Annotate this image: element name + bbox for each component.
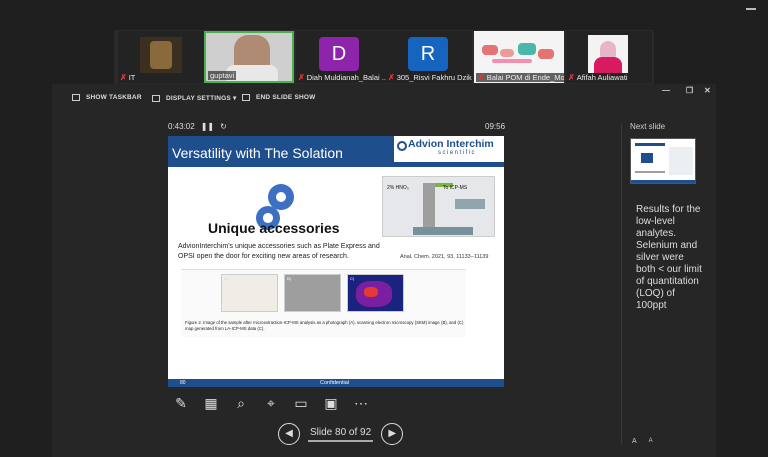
speaker-notes[interactable]: Results for the low-level analytes. Sele… <box>636 204 706 312</box>
close-window-icon[interactable]: ✕ <box>704 86 711 95</box>
participant-name: guptavi <box>210 71 235 80</box>
presenter-toolbar: SHOW TASKBAR DISPLAY SETTINGS ▾ END SLID… <box>52 84 716 112</box>
video-thumbnail <box>140 37 182 73</box>
camera-icon[interactable]: ▣ <box>320 392 342 414</box>
apparatus-label: 2% HNO₃ <box>387 185 409 191</box>
elapsed-time: 0:43:02 <box>168 122 195 131</box>
participant-strip: ✗ IT guptavi D ✗ Diah Muldianah_Balai ... … <box>114 30 654 84</box>
end-slide-show-button[interactable]: END SLIDE SHOW <box>242 94 316 101</box>
figure-panel: A) B) C) Figure 2. Image of the sample a… <box>181 269 466 337</box>
clock: 09:56 <box>485 122 506 131</box>
presenter-view: SHOW TASKBAR DISPLAY SETTINGS ▾ END SLID… <box>52 84 716 457</box>
all-slides-icon[interactable]: ▦ <box>200 392 222 414</box>
display-settings-button[interactable]: DISPLAY SETTINGS ▾ <box>152 94 236 102</box>
pane-divider[interactable] <box>621 124 622 444</box>
brand-name: Advion Interchim <box>408 138 494 150</box>
elapsed-timer: 0:43:02 ❚❚ ↻ <box>168 122 227 131</box>
mic-muted-icon: ✗ <box>478 73 485 82</box>
presenter-tools: ✎ ▦ ⌕ ⌖ ▭ ▣ ⋯ <box>170 392 372 414</box>
avatar: R <box>408 37 448 71</box>
current-slide[interactable]: Versatility with The Solation Advion Int… <box>168 136 504 387</box>
mic-muted-icon: ✗ <box>298 73 305 82</box>
mic-muted-icon: ✗ <box>120 73 127 82</box>
participant-name: Afifah Auliawati <box>576 73 628 82</box>
display-settings-icon <box>152 94 160 102</box>
slide-footer-number: 80 <box>180 380 186 386</box>
mic-muted-icon: ✗ <box>388 73 395 82</box>
show-taskbar-label: SHOW TASKBAR <box>86 94 142 101</box>
display-settings-label: DISPLAY SETTINGS ▾ <box>166 95 237 102</box>
participant-tile[interactable]: ✗ Balai POM di Ende_Mo... <box>474 31 564 83</box>
end-show-label: END SLIDE SHOW <box>256 94 316 101</box>
increase-font-button[interactable]: A <box>632 438 637 445</box>
slide-header: Versatility with The Solation Advion Int… <box>168 136 504 167</box>
font-size-controls: A A <box>632 438 653 445</box>
minimize-icon[interactable] <box>746 8 756 10</box>
advion-logo-icon <box>397 141 407 151</box>
participant-tile[interactable]: ✗ IT <box>118 31 204 83</box>
restore-window-icon[interactable]: ❐ <box>686 86 693 95</box>
apparatus-label: To ICP-MS <box>443 185 468 191</box>
black-screen-icon[interactable]: ▭ <box>290 392 312 414</box>
figure-map: C) <box>347 274 404 312</box>
zoom-icon[interactable]: ⌕ <box>230 392 252 414</box>
pen-icon[interactable]: ✎ <box>170 392 192 414</box>
decrease-font-button[interactable]: A <box>649 438 653 445</box>
slide-footer-confidential: Confidential <box>320 380 350 386</box>
restart-icon[interactable]: ↻ <box>220 122 227 131</box>
participant-tile-active[interactable]: guptavi <box>204 31 294 83</box>
slide-body-text: AdvionInterchim's unique accessories suc… <box>178 243 380 260</box>
participant-name: IT <box>128 73 136 82</box>
brand-logo: Advion Interchim scientific <box>394 136 504 162</box>
video-thumbnail <box>588 35 628 73</box>
participant-name: Balai POM di Ende_Mo... <box>486 73 564 82</box>
figure-caption: Figure 2. Image of the sample after micr… <box>185 320 464 331</box>
next-slide-button[interactable]: ▶ <box>381 423 404 445</box>
slide-navigation: ◀ Slide 80 of 92 ▶ <box>278 423 404 445</box>
apparatus-image: 2% HNO₃ To ICP-MS <box>382 176 495 237</box>
pause-icon[interactable]: ❚❚ <box>201 122 214 131</box>
figure-photo: A) <box>221 274 278 312</box>
minimize-window-icon[interactable]: — <box>662 86 670 95</box>
previous-slide-button[interactable]: ◀ <box>278 423 300 445</box>
show-taskbar-button[interactable]: SHOW TASKBAR <box>72 94 142 101</box>
shared-map-thumbnail <box>478 35 560 71</box>
participant-name: 305_Risvi Fakhru Dzikr... <box>396 73 472 82</box>
participant-tile[interactable]: D ✗ Diah Muldianah_Balai ... <box>296 31 386 83</box>
slide-headline: Unique accessories <box>208 220 340 236</box>
slide-footer: 80 Confidential <box>168 379 504 387</box>
taskbar-icon <box>72 94 80 101</box>
next-slide-label: Next slide <box>630 122 666 131</box>
slide-counter: Slide 80 of 92 <box>308 427 374 442</box>
more-options-icon[interactable]: ⋯ <box>350 392 372 414</box>
next-slide-thumbnail[interactable] <box>630 138 696 184</box>
avatar: D <box>319 37 359 71</box>
participant-name: Diah Muldianah_Balai ... <box>306 73 386 82</box>
end-show-icon <box>242 94 250 101</box>
brand-subtitle: scientific <box>438 150 477 156</box>
participant-tile[interactable]: ✗ Afifah Auliawati <box>566 31 652 83</box>
slide-citation: Anal. Chem. 2021, 93, 11133−11139 <box>400 254 489 260</box>
pointer-icon[interactable]: ⌖ <box>260 392 282 414</box>
mic-muted-icon: ✗ <box>568 73 575 82</box>
participant-tile[interactable]: R ✗ 305_Risvi Fakhru Dzikr... <box>386 31 472 83</box>
figure-sem: B) <box>284 274 341 312</box>
slide-title: Versatility with The Solation <box>172 145 343 161</box>
